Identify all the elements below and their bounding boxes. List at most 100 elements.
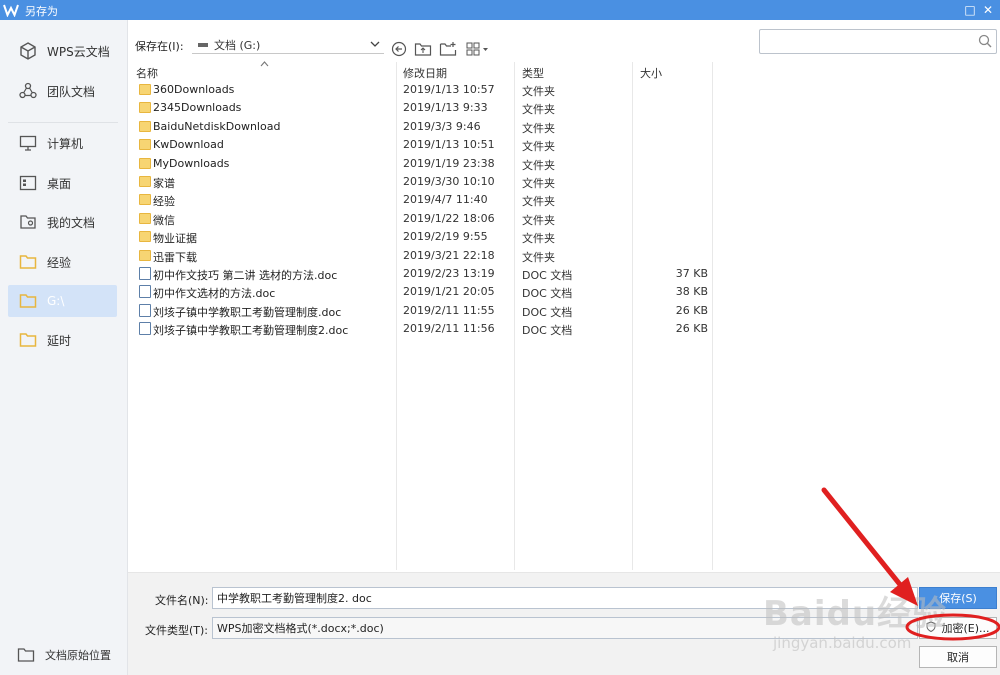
doc-file-icon [139, 303, 151, 317]
sidebar-item-wps-cloud[interactable]: WPS云文档 [8, 35, 117, 67]
file-type: 文件夹 [522, 213, 555, 227]
file-row[interactable]: 微信 2019/1/22 18:06 文件夹 [136, 210, 714, 228]
new-folder-button[interactable] [439, 40, 457, 58]
column-header-type[interactable]: 类型 [522, 65, 544, 81]
sidebar-item-label: 计算机 [47, 136, 84, 151]
cancel-button-label: 取消 [947, 651, 969, 664]
folder-up-icon [414, 43, 432, 56]
file-date: 2019/1/13 10:57 [403, 83, 495, 96]
file-name: 微信 [153, 213, 175, 227]
file-row[interactable]: 刘垓子镇中学教职工考勤管理制度2.doc 2019/2/11 11:56 DOC 文… [136, 320, 714, 338]
file-type: DOC 文档 [522, 305, 573, 319]
shield-icon [926, 621, 936, 635]
filename-value: 中学教职工考勤管理制度2. doc [217, 592, 372, 605]
file-type: DOC 文档 [522, 287, 573, 301]
file-row[interactable]: MyDownloads 2019/1/19 23:38 文件夹 [136, 155, 714, 173]
file-type: 文件夹 [522, 103, 555, 117]
filename-label: 文件名(N): [155, 594, 209, 607]
bottom-panel: 文件名(N): 中学教职工考勤管理制度2. doc 文件类型(T): WPS加密… [128, 572, 1000, 675]
column-header-date[interactable]: 修改日期 [403, 65, 447, 81]
file-type: 文件夹 [522, 195, 555, 209]
file-row[interactable]: 刘垓子镇中学教职工考勤管理制度.doc 2019/2/11 11:55 DOC 文档… [136, 302, 714, 320]
file-date: 2019/1/22 18:06 [403, 211, 495, 225]
sidebar-item-label: 桌面 [47, 176, 72, 191]
file-type: 文件夹 [522, 250, 555, 264]
my-documents-icon [18, 212, 38, 232]
file-date: 2019/1/19 23:38 [403, 156, 495, 170]
file-date: 2019/2/11 11:56 [403, 322, 495, 336]
title-bar: 另存为 □ ✕ [0, 0, 1000, 20]
view-mode-button[interactable] [466, 40, 490, 58]
up-folder-button[interactable] [414, 40, 432, 58]
sidebar-item-team-docs[interactable]: 团队文档 [8, 75, 117, 107]
sidebar-item-desktop[interactable]: 桌面 [8, 167, 117, 199]
file-name: 初中作文选材的方法.doc [153, 287, 276, 301]
encrypt-button[interactable]: 加密(E)... [919, 617, 997, 639]
file-row[interactable]: 家谱 2019/3/30 10:10 文件夹 [136, 173, 714, 191]
file-type: 文件夹 [522, 232, 555, 246]
folder-icon [139, 212, 151, 224]
sidebar: WPS云文档 团队文档 计算机 桌面 我的文档 经验 G:\ 延时 文档原始位置 [0, 20, 128, 675]
desktop-icon [18, 173, 38, 193]
save-in-label: 保存在(I): [135, 40, 184, 53]
file-type: 文件夹 [522, 85, 555, 98]
folder-icon [18, 252, 38, 272]
folder-icon [139, 194, 151, 206]
search-icon[interactable] [978, 34, 992, 51]
file-row[interactable]: 初中作文选材的方法.doc 2019/1/21 20:05 DOC 文档 38 KB [136, 283, 714, 301]
file-name: MyDownloads [153, 156, 230, 170]
save-in-row: 保存在(I): [135, 36, 184, 56]
file-date: 2019/1/13 10:51 [403, 138, 495, 152]
file-size: 37 KB [675, 267, 708, 280]
save-button[interactable]: 保存(S) [919, 587, 997, 609]
file-type: 文件夹 [522, 140, 555, 154]
file-row[interactable]: 物业证据 2019/2/19 9:55 文件夹 [136, 228, 714, 246]
sidebar-item-g-drive[interactable]: G:\ [8, 285, 117, 317]
search-box[interactable] [759, 29, 997, 54]
file-type: DOC 文档 [522, 324, 573, 338]
sidebar-item-yanshi[interactable]: 延时 [8, 324, 117, 356]
location-select[interactable]: 文档 (G:) [192, 36, 384, 54]
file-date: 2019/2/11 11:55 [403, 303, 495, 317]
file-size: 26 KB [675, 303, 708, 317]
original-location-label: 文档原始位置 [45, 649, 111, 662]
monitor-icon [18, 133, 38, 153]
file-row[interactable]: 经验 2019/4/7 11:40 文件夹 [136, 191, 714, 209]
sidebar-item-label: G:\ [47, 294, 65, 308]
filename-input[interactable]: 中学教职工考勤管理制度2. doc [212, 587, 918, 609]
sidebar-item-label: 经验 [47, 255, 72, 270]
file-type: 文件夹 [522, 158, 555, 172]
original-location-button[interactable]: 文档原始位置 [6, 639, 115, 671]
file-name: 刘垓子镇中学教职工考勤管理制度.doc [153, 305, 342, 319]
search-input[interactable] [764, 33, 974, 50]
sidebar-item-jingyan[interactable]: 经验 [8, 246, 117, 278]
file-list: 名称 修改日期 类型 大小 360Downloads 2019/1/13 10:5… [134, 60, 1000, 572]
encrypt-button-label: 加密(E)... [941, 622, 990, 635]
file-name: 刘垓子镇中学教职工考勤管理制度2.doc [153, 324, 349, 338]
file-row[interactable]: KwDownload 2019/1/13 10:51 文件夹 [136, 136, 714, 154]
cancel-button[interactable]: 取消 [919, 646, 997, 668]
close-button[interactable]: ✕ [979, 1, 997, 19]
file-row[interactable]: 360Downloads 2019/1/13 10:57 文件夹 [136, 81, 714, 99]
maximize-button[interactable]: □ [961, 1, 979, 19]
folder-icon [139, 139, 151, 151]
file-name: 360Downloads [153, 83, 235, 96]
file-name: 初中作文技巧 第二讲 选材的方法.doc [153, 269, 338, 282]
file-row[interactable]: 迅雷下载 2019/3/21 22:18 文件夹 [136, 247, 714, 265]
folder-icon [139, 120, 151, 132]
filetype-select[interactable]: WPS加密文档格式(*.docx;*.doc) [212, 617, 918, 639]
sidebar-item-computer[interactable]: 计算机 [8, 127, 117, 159]
file-row[interactable]: 初中作文技巧 第二讲 选材的方法.doc 2019/2/23 13:19 DOC 文… [136, 265, 714, 283]
doc-file-icon [139, 285, 151, 299]
file-row[interactable]: 2345Downloads 2019/1/13 9:33 文件夹 [136, 99, 714, 117]
back-button[interactable] [390, 40, 408, 58]
file-date: 2019/2/19 9:55 [403, 230, 488, 244]
column-header-name[interactable]: 名称 [136, 65, 158, 81]
back-arrow-icon [391, 41, 407, 57]
column-header-size[interactable]: 大小 [640, 65, 662, 81]
folder-icon [139, 157, 151, 169]
folder-icon [139, 249, 151, 261]
file-row[interactable]: BaiduNetdiskDownload 2019/3/3 9:46 文件夹 [136, 118, 714, 136]
sidebar-item-my-documents[interactable]: 我的文档 [8, 206, 117, 238]
sort-ascending-icon [260, 60, 269, 70]
